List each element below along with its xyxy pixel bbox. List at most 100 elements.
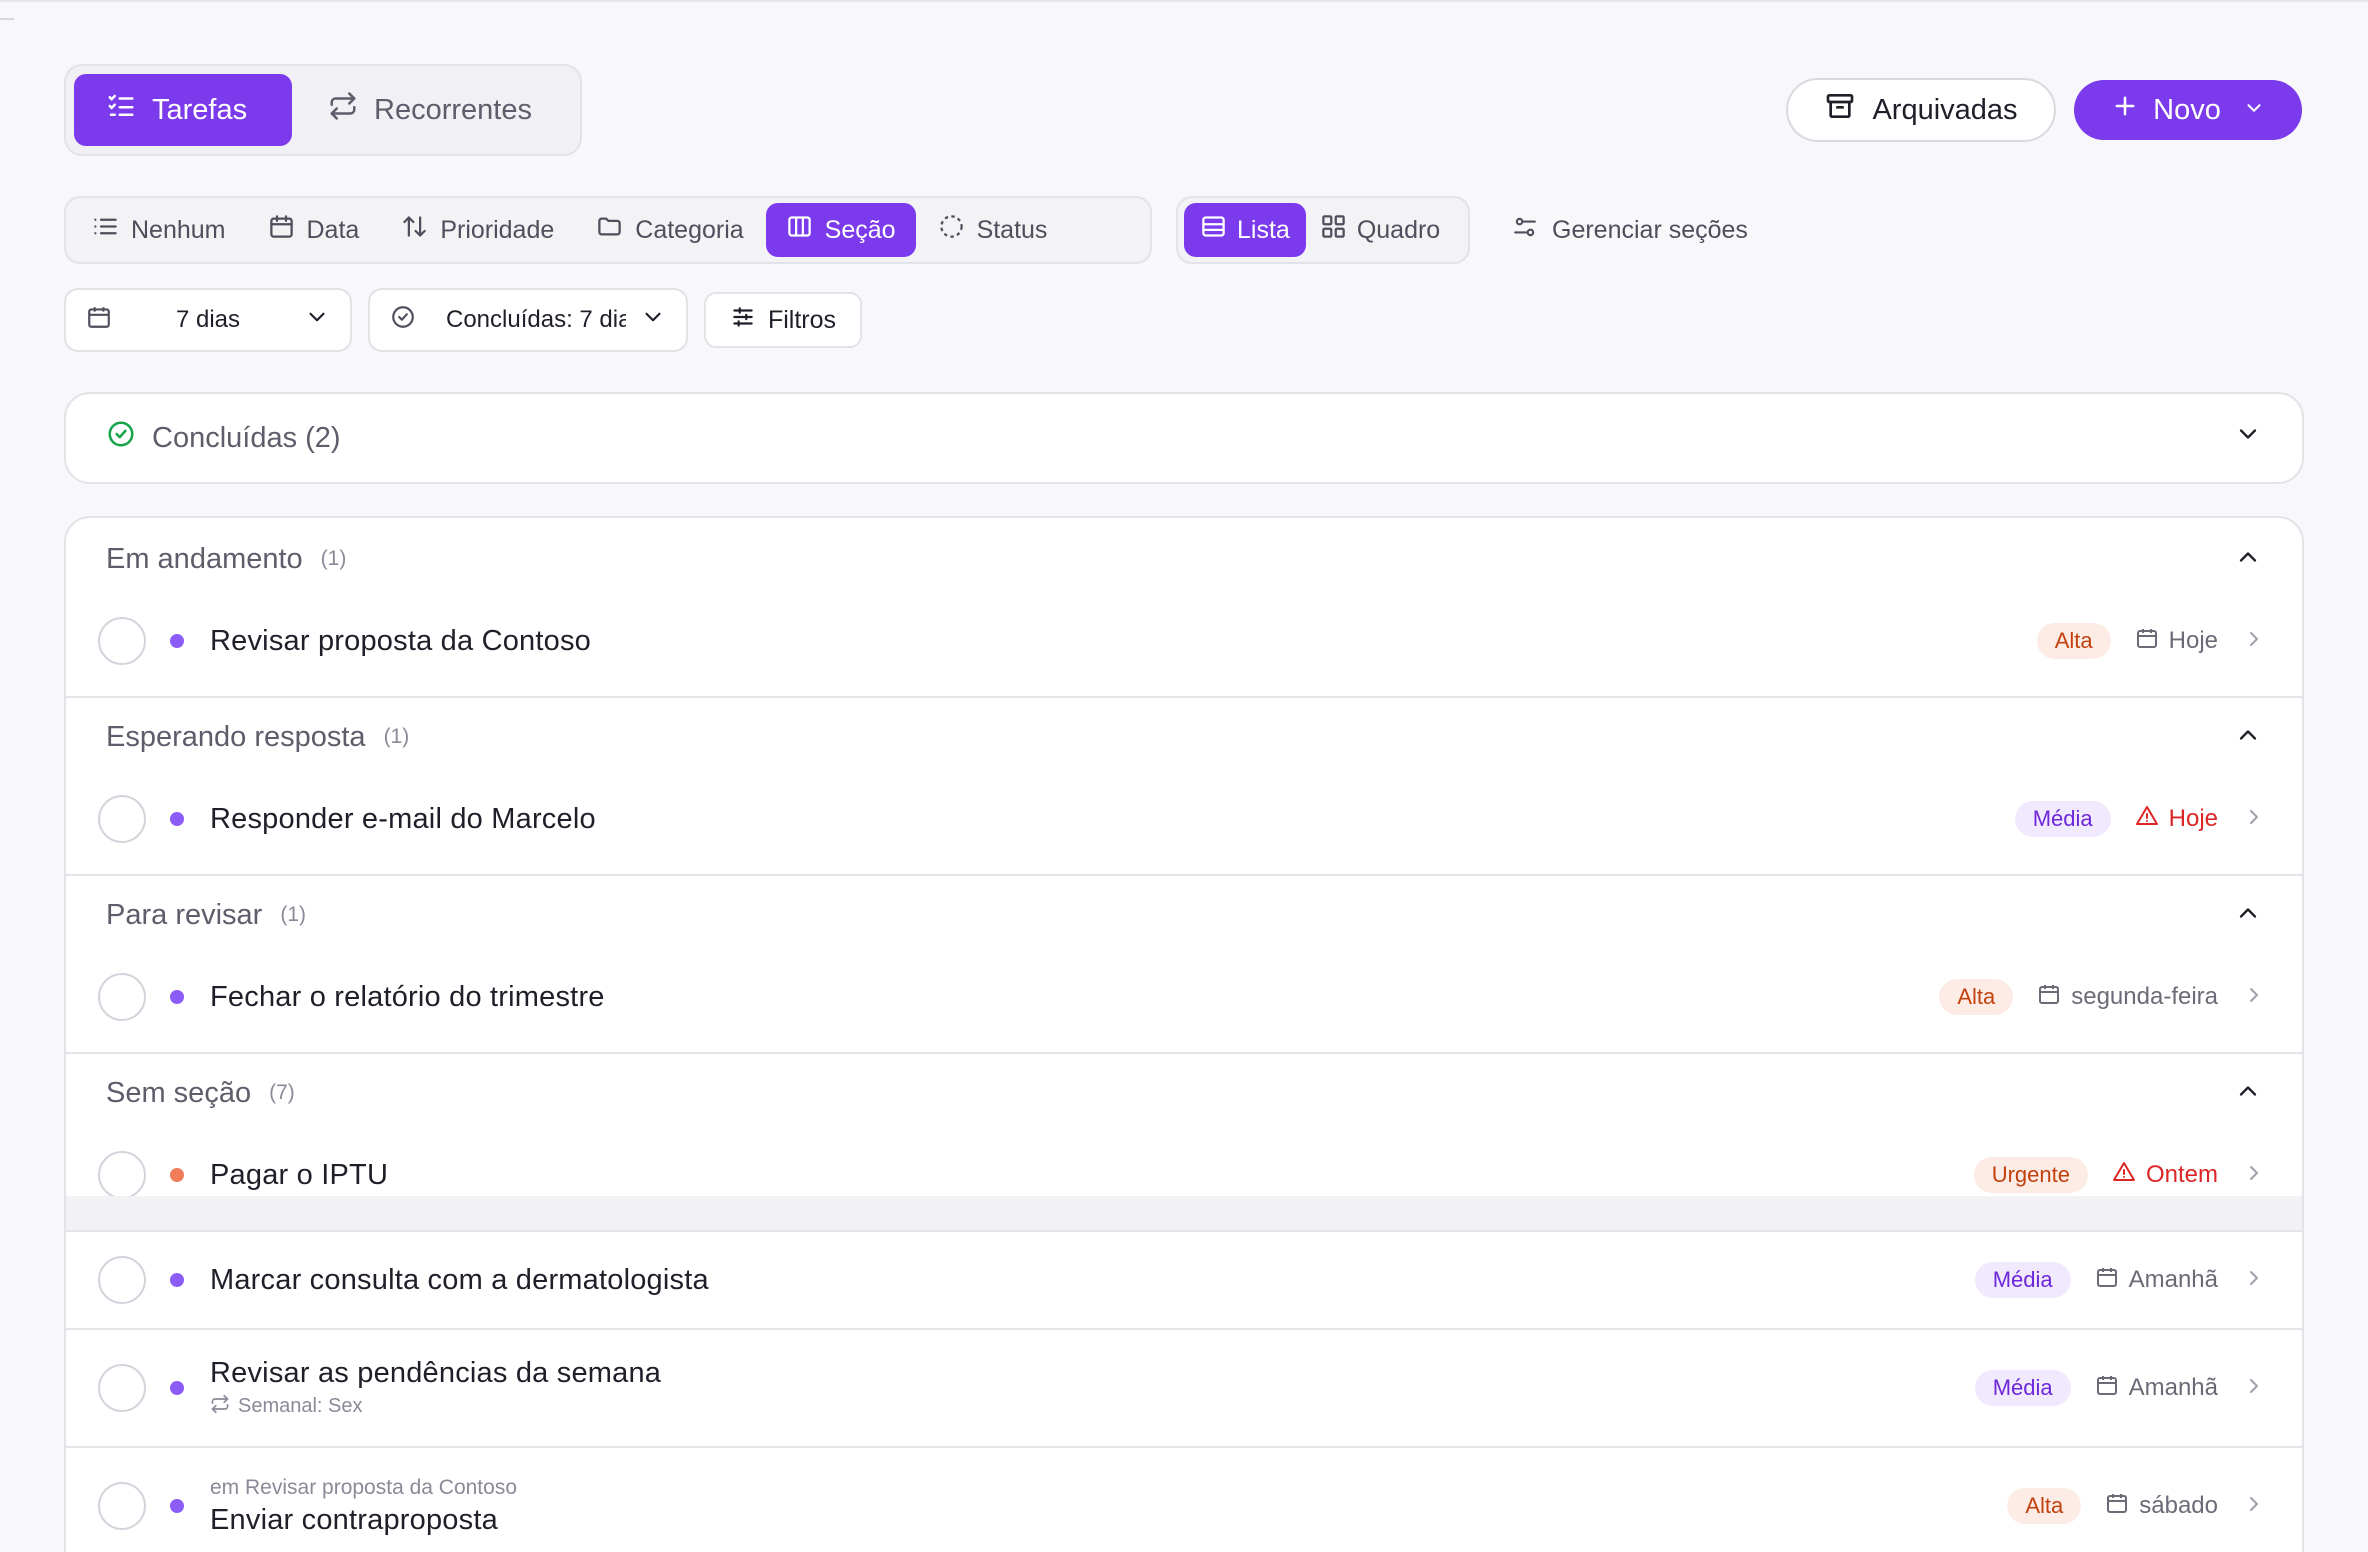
repeat-icon: [328, 91, 358, 129]
section-title: Para revisar: [106, 898, 263, 931]
group-category-label: Categoria: [635, 215, 744, 244]
chevron-down-icon: [640, 304, 666, 337]
due-date: sábado: [2105, 1491, 2218, 1522]
divider: [66, 874, 2302, 876]
task-title: Responder e-mail do Marcelo: [210, 802, 596, 835]
group-by-bar: Nenhum Data Prioridade Categoria Seção S…: [64, 196, 1152, 264]
chevron-right-icon[interactable]: [2242, 805, 2266, 834]
priority-badge: Alta: [1939, 979, 2014, 1015]
section-title: Em andamento: [106, 542, 303, 575]
list-icon: [92, 213, 119, 247]
manage-sections-label: Gerenciar seções: [1552, 215, 1748, 244]
task-color-dot: [170, 1381, 184, 1395]
completed-panel-label: Concluídas (2): [152, 421, 341, 454]
view-list[interactable]: Lista: [1184, 203, 1306, 257]
section-header-in-progress[interactable]: Em andamento (1): [66, 528, 2302, 590]
chevron-up-icon[interactable]: [2234, 899, 2262, 932]
due-date-label: sábado: [2139, 1492, 2218, 1519]
task-checkbox[interactable]: [98, 1256, 146, 1304]
task-row[interactable]: em Revisar proposta da Contoso Enviar co…: [66, 1448, 2302, 1552]
chevron-down-icon: [2235, 94, 2265, 127]
task-title: Marcar consulta com a dermatologista: [210, 1263, 709, 1296]
archived-label: Arquivadas: [1872, 93, 2018, 126]
completed-panel[interactable]: Concluídas (2): [64, 392, 2304, 484]
chevron-up-icon[interactable]: [2234, 1077, 2262, 1110]
calendar-icon: [2105, 1491, 2129, 1522]
view-board[interactable]: Quadro: [1308, 203, 1452, 257]
due-date-label: Ontem: [2145, 1161, 2218, 1188]
task-row[interactable]: Responder e-mail do Marcelo Média Hoje: [66, 790, 2302, 848]
tab-tasks[interactable]: Tarefas: [74, 74, 292, 146]
due-date-overdue: Ontem: [2112, 1160, 2218, 1191]
due-date: Hoje: [2135, 626, 2218, 657]
new-label: Novo: [2153, 93, 2221, 126]
section-title: Sem seção: [106, 1076, 252, 1109]
calendar-icon: [268, 213, 295, 247]
completed-range-select[interactable]: Concluídas: 7 dias: [368, 288, 688, 352]
tab-recurring[interactable]: Recorrentes: [296, 74, 564, 146]
chevron-right-icon[interactable]: [2242, 1161, 2266, 1190]
task-checkbox[interactable]: [98, 973, 146, 1021]
task-checkbox[interactable]: [98, 1482, 146, 1530]
chevron-right-icon[interactable]: [2242, 1266, 2266, 1295]
filters-label: Filtros: [767, 305, 837, 334]
task-checkbox[interactable]: [98, 795, 146, 843]
archive-icon: [1824, 90, 1856, 130]
divider: [66, 1052, 2302, 1054]
task-title: Fechar o relatório do trimestre: [210, 980, 605, 1013]
section-title: Esperando resposta: [106, 720, 366, 753]
tab-tasks-label: Tarefas: [152, 93, 248, 126]
priority-badge: Alta: [2036, 623, 2111, 659]
task-row[interactable]: Marcar consulta com a dermatologista Méd…: [66, 1232, 2302, 1328]
new-button[interactable]: Novo: [2074, 80, 2302, 140]
group-priority[interactable]: Prioridade: [381, 203, 574, 257]
date-range-select[interactable]: 7 dias: [64, 288, 352, 352]
task-checkbox[interactable]: [98, 1151, 146, 1199]
section-header-no-section[interactable]: Sem seção (7): [66, 1062, 2302, 1124]
manage-sections-button[interactable]: Gerenciar seções: [1512, 210, 1748, 250]
folder-icon: [596, 213, 623, 247]
task-row[interactable]: Fechar o relatório do trimestre Alta seg…: [66, 968, 2302, 1026]
task-title: Revisar as pendências da semana: [210, 1356, 662, 1389]
group-status[interactable]: Status: [918, 203, 1068, 257]
group-section-label: Seção: [824, 215, 896, 244]
chevron-right-icon[interactable]: [2242, 983, 2266, 1012]
view-mode-bar: Lista Quadro: [1176, 196, 1470, 264]
section-header-awaiting-reply[interactable]: Esperando resposta (1): [66, 706, 2302, 768]
due-date-label: Hoje: [2168, 805, 2218, 832]
date-range-value: 7 dias: [175, 306, 241, 333]
chevron-right-icon[interactable]: [2242, 627, 2266, 656]
chevron-up-icon[interactable]: [2234, 543, 2262, 576]
task-title: Enviar contraproposta: [210, 1503, 498, 1536]
group-section[interactable]: Seção: [765, 203, 916, 257]
calendar-icon: [2037, 982, 2061, 1013]
task-parent-label: em Revisar proposta da Contoso: [210, 1475, 517, 1499]
due-date-label: Amanhã: [2128, 1374, 2218, 1401]
group-none[interactable]: Nenhum: [72, 203, 246, 257]
section-count: (1): [320, 547, 347, 570]
group-none-label: Nenhum: [131, 215, 226, 244]
group-date[interactable]: Data: [248, 203, 380, 257]
section-header-to-review[interactable]: Para revisar (1): [66, 884, 2302, 946]
task-row[interactable]: Revisar as pendências da semana Semanal:…: [66, 1330, 2302, 1446]
due-date-label: segunda-feira: [2071, 983, 2218, 1010]
plus-icon: [2111, 92, 2139, 128]
sort-arrows-icon: [401, 213, 428, 247]
due-date: Amanhã: [2095, 1373, 2218, 1404]
chevron-right-icon[interactable]: [2242, 1374, 2266, 1403]
chevron-right-icon[interactable]: [2242, 1492, 2266, 1521]
row-separator-shade: [66, 1196, 2302, 1230]
calendar-icon: [2095, 1265, 2119, 1296]
archived-button[interactable]: Arquivadas: [1786, 78, 2056, 142]
calendar-grid-icon: [86, 304, 112, 337]
filters-button[interactable]: Filtros: [704, 292, 862, 348]
task-row[interactable]: Revisar proposta da Contoso Alta Hoje: [66, 612, 2302, 670]
completed-range-value: Concluídas: 7 dias: [446, 306, 626, 333]
chevron-down-icon[interactable]: [2234, 420, 2262, 456]
task-checkbox[interactable]: [98, 1364, 146, 1412]
group-category[interactable]: Categoria: [576, 203, 763, 257]
settings-sliders-icon: [1512, 214, 1538, 247]
task-checkbox[interactable]: [98, 617, 146, 665]
chevron-up-icon[interactable]: [2234, 721, 2262, 754]
group-date-label: Data: [306, 215, 360, 244]
